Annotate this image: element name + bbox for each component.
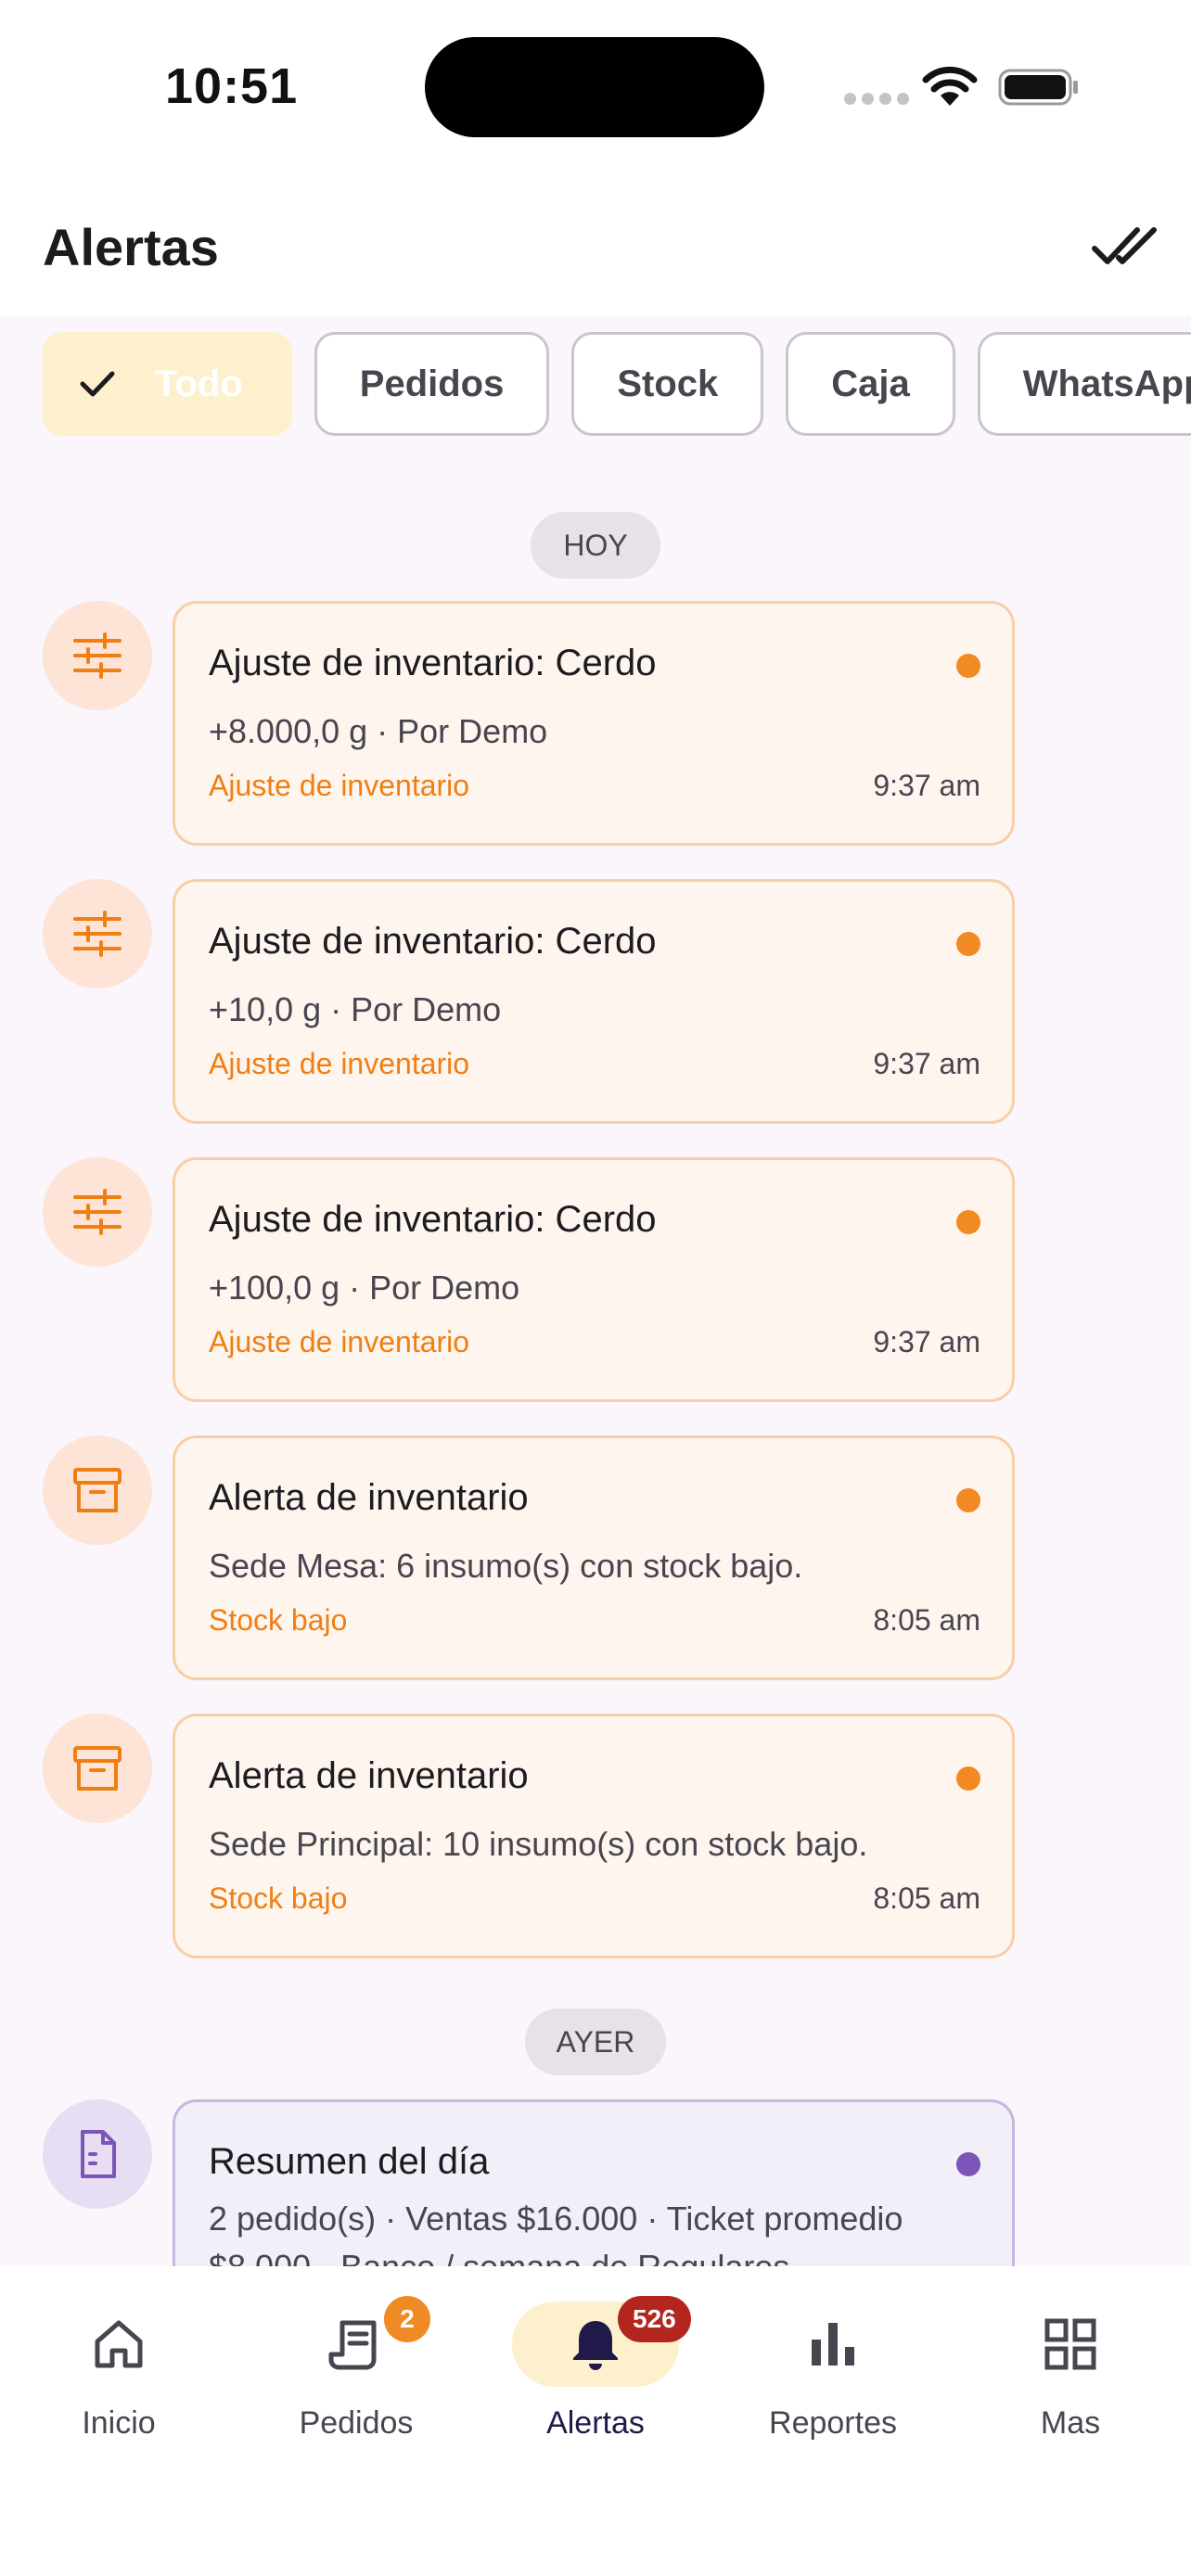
filter-chip-pedidos[interactable]: Pedidos: [314, 332, 550, 436]
sliders-icon: [43, 879, 152, 988]
nav-item-inicio[interactable]: Inicio: [17, 2302, 221, 2468]
sliders-icon: [43, 601, 152, 710]
nav-icon-container: 526: [512, 2296, 691, 2387]
alert-title: Alerta de inventario: [209, 1477, 529, 1518]
alert-category: Ajuste de inventario: [209, 1325, 470, 1358]
alert-card[interactable]: Resumen del día 2 pedido(s) · Ventas $16…: [173, 2099, 1015, 2266]
document-icon: [43, 2099, 152, 2209]
nav-item-reportes[interactable]: Reportes: [731, 2302, 935, 2468]
alert-title: Ajuste de inventario: Cerdo: [209, 643, 657, 683]
sliders-icon: [43, 1157, 152, 1267]
alert-category: Stock bajo: [209, 1603, 348, 1637]
bell-icon: [573, 2321, 618, 2370]
receipt-icon: [328, 2320, 377, 2370]
alert-title: Ajuste de inventario: Cerdo: [209, 1199, 657, 1240]
alert-title: Alerta de inventario: [209, 1755, 529, 1796]
alert-body: Sede Mesa: 6 insumo(s) con stock bajo.: [209, 1547, 803, 1585]
nav-label: Mas: [1040, 2405, 1101, 2441]
alert-time: 9:37 am: [873, 1047, 980, 1080]
date-group-header: AYER: [525, 2009, 666, 2075]
filter-chip-todo[interactable]: Todo: [43, 332, 292, 436]
nav-item-mas[interactable]: Mas: [968, 2302, 1172, 2468]
filter-chips: Todo Pedidos Stock Caja WhatsApp: [43, 332, 1191, 436]
alert-card[interactable]: Ajuste de inventario: Cerdo +8.000,0 g ·…: [173, 601, 1015, 846]
filter-chip-label: Caja: [831, 363, 910, 404]
alerts-feed[interactable]: Todo Pedidos Stock Caja WhatsApp HOY Aju…: [0, 315, 1191, 2266]
alert-category: Ajuste de inventario: [209, 769, 470, 802]
nav-item-pedidos[interactable]: 2 Pedidos: [254, 2296, 458, 2468]
nav-icon-container: [987, 2302, 1154, 2387]
filter-chip-stock[interactable]: Stock: [571, 332, 764, 436]
nav-label: Pedidos: [299, 2405, 414, 2441]
alert-time: 9:37 am: [873, 769, 980, 802]
date-group-header: HOY: [531, 512, 660, 579]
alert-card[interactable]: Ajuste de inventario: Cerdo +100,0 g · P…: [173, 1157, 1015, 1402]
pedidos-badge: 2: [384, 2296, 430, 2342]
bar-chart-icon: [812, 2323, 854, 2366]
alert-card[interactable]: Alerta de inventario Sede Mesa: 6 insumo…: [173, 1435, 1015, 1680]
unread-dot: [956, 2152, 980, 2176]
alert-time: 9:37 am: [873, 1325, 980, 1358]
alert-body: 2 pedido(s) · Ventas $16.000 · Ticket pr…: [209, 2200, 903, 2266]
home-icon: [95, 2320, 143, 2368]
filter-chip-label: Todo: [155, 363, 243, 404]
unread-dot: [956, 1488, 980, 1512]
nav-label: Inicio: [82, 2405, 156, 2441]
grid-icon: [1044, 2318, 1096, 2370]
alert-card[interactable]: Alerta de inventario Sede Principal: 10 …: [173, 1714, 1015, 1958]
alert-time: 8:05 am: [873, 1603, 980, 1637]
filter-chip-label: Stock: [617, 363, 719, 404]
nav-icon-container: [35, 2302, 202, 2387]
mark-all-read-icon[interactable]: [1091, 221, 1158, 273]
status-time: 10:51: [165, 58, 299, 114]
unread-dot: [956, 654, 980, 678]
nav-item-alertas[interactable]: 526 Alertas: [493, 2296, 698, 2468]
wifi-icon: [922, 66, 978, 106]
archive-icon: [43, 1435, 152, 1545]
alert-body: +8.000,0 g · Por Demo: [209, 712, 548, 750]
unread-dot: [956, 1210, 980, 1234]
alert-title: Ajuste de inventario: Cerdo: [209, 921, 657, 962]
nav-label: Reportes: [769, 2405, 897, 2441]
battery-icon: [998, 69, 1078, 106]
unread-dot: [956, 932, 980, 956]
nav-icon-container: [749, 2302, 916, 2387]
filter-chip-whatsapp[interactable]: WhatsApp: [977, 332, 1191, 436]
alert-category: Ajuste de inventario: [209, 1047, 470, 1080]
archive-icon: [43, 1714, 152, 1823]
filter-chip-caja[interactable]: Caja: [786, 332, 955, 436]
alert-title: Resumen del día: [209, 2141, 490, 2182]
alert-card[interactable]: Ajuste de inventario: Cerdo +10,0 g · Po…: [173, 879, 1015, 1124]
app-header: Alertas: [0, 176, 1191, 315]
page-title: Alertas: [43, 218, 219, 276]
alert-body: Sede Principal: 10 insumo(s) con stock b…: [209, 1825, 868, 1863]
alert-body: +10,0 g · Por Demo: [209, 990, 502, 1028]
alert-category: Stock bajo: [209, 1881, 348, 1915]
status-bar: 10:51: [0, 0, 1191, 176]
cellular-signal-icon: [844, 93, 909, 105]
nav-icon-container: 2: [273, 2296, 440, 2387]
alert-body: +100,0 g · Por Demo: [209, 1269, 520, 1307]
alertas-badge: 526: [618, 2296, 691, 2342]
check-icon: [80, 371, 115, 397]
filter-chip-label: WhatsApp: [1022, 363, 1191, 404]
bottom-navigation: Inicio 2 Pedidos 526 Alertas Reportes Ma…: [0, 2266, 1191, 2576]
unread-dot: [956, 1766, 980, 1791]
nav-label: Alertas: [546, 2405, 645, 2441]
filter-chip-label: Pedidos: [359, 363, 505, 404]
alert-time: 8:05 am: [873, 1881, 980, 1915]
dynamic-island: [425, 37, 764, 137]
